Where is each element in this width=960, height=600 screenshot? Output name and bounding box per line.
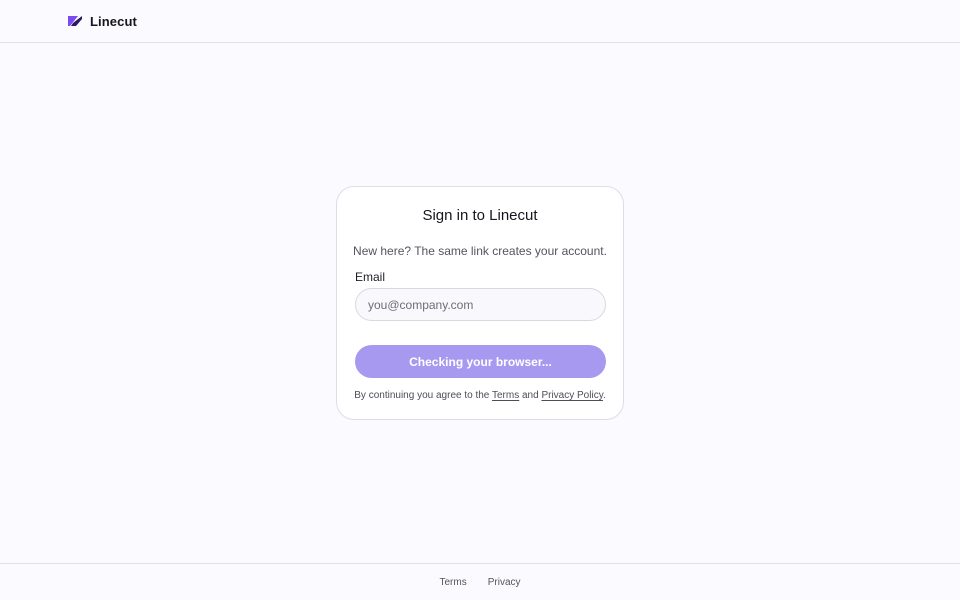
legal-notice: By continuing you agree to the Terms and… bbox=[337, 390, 623, 401]
email-label: Email bbox=[355, 270, 386, 284]
footer-privacy-link[interactable]: Privacy bbox=[488, 577, 521, 588]
brand-link[interactable]: Linecut bbox=[67, 14, 137, 29]
signin-subtitle: New here? The same link creates your acc… bbox=[353, 244, 607, 258]
signin-title: Sign in to Linecut bbox=[422, 207, 538, 224]
signin-card: Sign in to Linecut New here? The same li… bbox=[336, 186, 624, 420]
top-header: Linecut bbox=[0, 0, 960, 43]
terms-link[interactable]: Terms bbox=[492, 390, 519, 401]
brand-name: Linecut bbox=[90, 13, 137, 29]
legal-and: and bbox=[519, 390, 542, 401]
email-field[interactable] bbox=[355, 288, 606, 321]
privacy-policy-link[interactable]: Privacy Policy bbox=[541, 390, 603, 401]
footer-terms-link[interactable]: Terms bbox=[439, 577, 466, 588]
linecut-logo-icon bbox=[68, 16, 82, 26]
submit-button[interactable]: Checking your browser... bbox=[355, 345, 606, 378]
legal-prefix: By continuing you agree to the bbox=[354, 390, 492, 401]
page-footer: Terms Privacy bbox=[0, 563, 960, 600]
legal-suffix: . bbox=[602, 390, 606, 401]
